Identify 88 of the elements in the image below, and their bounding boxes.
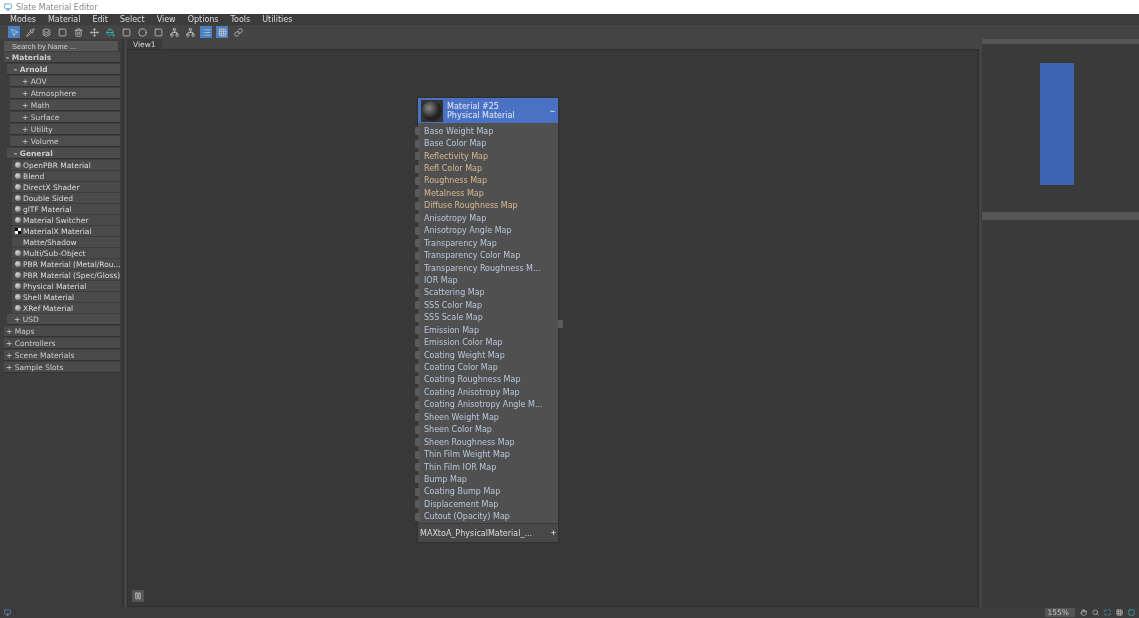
trash-icon — [73, 27, 83, 37]
toolbar-button[interactable] — [56, 26, 68, 38]
bucket-icon — [105, 27, 115, 37]
map-slot-label: Reflectivity Map — [423, 151, 489, 161]
monitor-icon — [4, 609, 11, 616]
map-slot-label: Emission Map — [423, 325, 480, 335]
layers-icon — [41, 27, 51, 37]
network-icon — [185, 27, 195, 37]
map-slot-label: Transparency Map — [423, 238, 497, 248]
toolbar-button[interactable] — [200, 26, 212, 38]
menu-item[interactable]: Options — [181, 15, 225, 24]
checker-icon — [15, 228, 21, 234]
toolbar-button[interactable] — [24, 26, 36, 38]
toolbar-button[interactable] — [72, 26, 84, 38]
grid-icon — [217, 27, 227, 37]
eyedropper-icon — [25, 27, 35, 37]
grid-icon[interactable] — [1116, 609, 1123, 616]
toolbar-button[interactable] — [232, 26, 244, 38]
menu-item[interactable]: Material — [41, 15, 87, 24]
map-slot-label: Coating Weight Map — [423, 350, 505, 360]
add-button[interactable]: + — [550, 528, 556, 538]
map-slot-label: Sheen Weight Map — [423, 412, 499, 422]
menu-item[interactable]: View — [150, 15, 182, 24]
map-slot-label: Cutout (Opacity) Map — [423, 512, 510, 522]
link-icon — [233, 27, 243, 37]
pointer-icon — [9, 27, 19, 37]
toolbar-button[interactable] — [40, 26, 52, 38]
window-title: Slate Material Editor — [16, 2, 98, 12]
square-icon — [57, 27, 67, 37]
map-slot-label: Transparency Color Map — [423, 251, 521, 261]
app-icon — [4, 3, 12, 11]
menu-item[interactable]: Edit — [86, 15, 114, 24]
map-slot-label: Scattering Map — [423, 288, 485, 298]
toolbar-button[interactable] — [136, 26, 148, 38]
toolbar-button[interactable] — [88, 26, 100, 38]
hand-icon[interactable] — [1080, 609, 1087, 616]
menu-item[interactable]: Tools — [224, 15, 257, 24]
sphere-icon — [422, 100, 442, 121]
toolbar-button[interactable] — [104, 26, 116, 38]
map-slot-label: Diffuse Roughness Map — [423, 201, 518, 211]
map-slot-label: Base Color Map — [423, 139, 487, 149]
collapse-button[interactable]: − — [549, 105, 555, 116]
list-icon — [201, 27, 211, 37]
move-icon — [89, 27, 99, 37]
map-slot-label: Thin Film IOR Map — [423, 462, 497, 472]
output-label: MAXtoA_PhysicalMaterial_... — [420, 528, 533, 538]
material-node[interactable] — [418, 98, 558, 542]
map-slot-label: Thin Film Weight Map — [423, 450, 510, 460]
menu-item[interactable]: Select — [113, 15, 151, 24]
map-slot-label: Sheen Roughness Map — [423, 437, 515, 447]
map-slot-label: Emission Color Map — [423, 338, 503, 348]
circle-icon — [137, 27, 147, 37]
menu-item[interactable]: Modes — [4, 15, 42, 24]
toolbar-button[interactable] — [184, 26, 196, 38]
node-title: Material #25 — [447, 101, 500, 111]
network-icon — [169, 27, 179, 37]
pause-icon — [134, 592, 142, 600]
map-slot-label: IOR Map — [423, 275, 458, 285]
map-slot-label: Coating Roughness Map — [423, 375, 521, 385]
zoom-extents-icon[interactable] — [1104, 609, 1111, 616]
map-slot-label: Displacement Map — [423, 499, 499, 509]
node-subtitle: Physical Material — [447, 110, 516, 120]
map-slot-label: SSS Scale Map — [423, 313, 483, 323]
search-icon[interactable] — [1092, 609, 1099, 616]
output-socket[interactable] — [558, 320, 563, 328]
toolbar-button[interactable] — [216, 26, 228, 38]
toolbar-button[interactable] — [120, 26, 132, 38]
square-icon — [121, 27, 131, 37]
toolbar-button[interactable] — [152, 26, 164, 38]
map-slot-label: Coating Color Map — [423, 363, 498, 373]
map-slot-label: Sheen Color Map — [423, 425, 492, 435]
map-slot-label: Coating Bump Map — [423, 487, 501, 497]
view-region[interactable] — [1039, 63, 1074, 185]
map-slot-label: Coating Anisotropy Map — [423, 387, 520, 397]
pause-button[interactable] — [132, 590, 144, 602]
map-slot-label: Anisotropy Map — [423, 213, 487, 223]
map-slot-label: Bump Map — [423, 474, 467, 484]
map-slot-label: Base Weight Map — [423, 126, 494, 136]
map-slot-label: Transparency Roughness M... — [423, 263, 541, 273]
menu-item[interactable]: Utilities — [256, 15, 299, 24]
map-slot-label: Metalness Map — [423, 188, 484, 198]
map-slot-label: SSS Color Map — [423, 300, 483, 310]
map-slot-label: Anisotropy Angle Map — [423, 226, 512, 236]
toolbar-button[interactable] — [168, 26, 180, 38]
map-slot-label: Coating Anisotropy Angle M... — [423, 400, 543, 410]
map-slot-label: Roughness Map — [423, 176, 488, 186]
map-slot-label: Refl Color Map — [423, 164, 482, 174]
square-icon — [153, 27, 163, 37]
